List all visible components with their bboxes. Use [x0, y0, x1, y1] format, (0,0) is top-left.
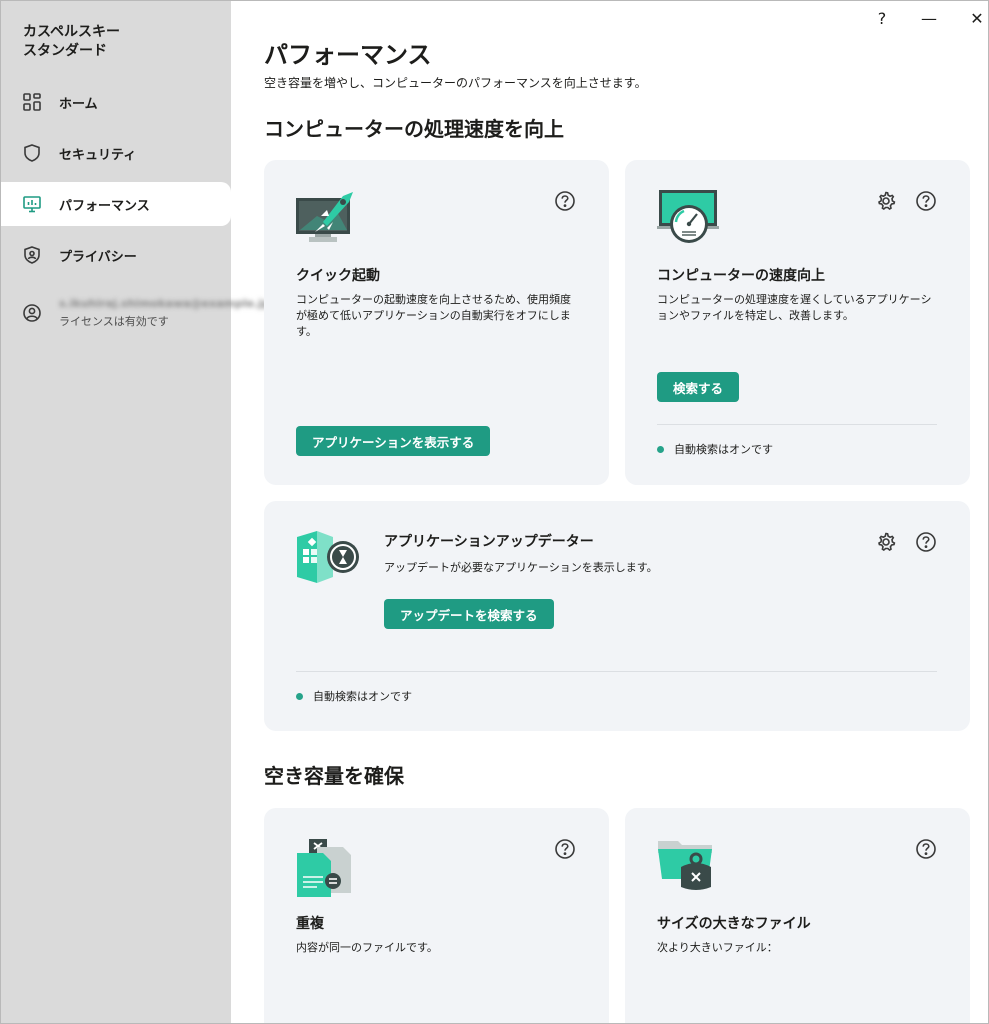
user-icon [22, 303, 42, 323]
sidebar-item-label: ホーム [59, 96, 98, 112]
app-window: カスペルスキー スタンダード ホーム セキュリティ パフォーマンス プライバシー… [0, 0, 989, 1024]
page-subtitle: 空き容量を増やし、コンピューターのパフォーマンスを向上させます。 [264, 76, 647, 90]
auto-search-status: 自動検索はオンです [296, 688, 412, 704]
sidebar-item-account[interactable]: s.ikuhiraj.shimokawa@example.jp ライセンスは有効… [1, 287, 270, 339]
minimize-button[interactable]: — [914, 7, 944, 29]
section-title-speed: コンピューターの処理速度を向上 [264, 117, 564, 141]
sidebar-item-home[interactable]: ホーム [1, 80, 231, 124]
auto-search-status: 自動検索はオンです [657, 441, 773, 457]
sidebar-item-label: パフォーマンス [59, 198, 150, 214]
search-button[interactable]: 検索する [657, 372, 740, 402]
app-title: カスペルスキー スタンダード [23, 24, 121, 59]
grid-icon [22, 92, 42, 112]
shield-icon [22, 143, 42, 163]
monitor-icon [22, 194, 42, 214]
card-speed-up: コンピューターの速度向上 コンピューターの処理速度を遅くしているアプリケーション… [625, 160, 970, 485]
status-text: 自動検索はオンです [674, 443, 773, 456]
card-description: 内容が同一のファイルです。 [296, 941, 438, 954]
close-button[interactable]: ✕ [962, 7, 988, 29]
card-description: コンピューターの処理速度を遅くしているアプリケーションやファイルを特定し、改善し… [657, 293, 932, 322]
card-description: アップデートが必要なアプリケーションを表示します。 [384, 561, 658, 574]
speedometer-monitor-icon [656, 188, 722, 250]
help-icon[interactable] [915, 190, 937, 212]
divider [657, 424, 937, 425]
help-icon[interactable] [915, 531, 937, 553]
sidebar-item-security[interactable]: セキュリティ [1, 131, 231, 175]
gear-icon[interactable] [875, 190, 897, 212]
card-large-files: サイズの大きなファイル 次より大きいファイル： [625, 808, 970, 1023]
card-title: 重複 [296, 916, 324, 932]
card-title: サイズの大きなファイル [657, 916, 811, 932]
help-icon[interactable] [554, 190, 576, 212]
account-email: s.ikuhiraj.shimokawa@example.jp [59, 297, 270, 310]
license-status: ライセンスは有効です [59, 315, 169, 328]
status-text: 自動検索はオンです [313, 690, 412, 703]
large-file-weight-icon [656, 837, 716, 897]
card-app-updater: アプリケーションアップデーター アップデートが必要なアプリケーションを表示します… [264, 501, 970, 731]
help-button[interactable]: ? [867, 7, 897, 29]
card-title: コンピューターの速度向上 [657, 268, 825, 284]
card-duplicates: 重複 内容が同一のファイルです。 [264, 808, 609, 1023]
card-title: クイック起動 [296, 268, 380, 284]
app-update-icon [295, 529, 361, 589]
page-title: パフォーマンス [264, 41, 432, 69]
sidebar-item-label: セキュリティ [59, 147, 137, 163]
status-dot-icon [657, 445, 664, 453]
divider [296, 671, 937, 672]
section-title-free-space: 空き容量を確保 [264, 764, 404, 788]
sidebar-item-label: プライバシー [59, 249, 137, 265]
status-dot-icon [296, 692, 303, 700]
show-applications-button[interactable]: アプリケーションを表示する [296, 426, 491, 456]
help-icon[interactable] [554, 838, 576, 860]
sidebar-item-performance[interactable]: パフォーマンス [1, 182, 231, 226]
card-description: コンピューターの起動速度を向上させるため、使用頻度が極めて低いアプリケーションの… [296, 293, 571, 338]
card-description: 次より大きいファイル： [657, 941, 778, 954]
search-updates-button[interactable]: アップデートを検索する [384, 599, 554, 629]
help-icon[interactable] [915, 838, 937, 860]
duplicate-files-icon [295, 837, 355, 903]
card-title: アプリケーションアップデーター [384, 534, 594, 550]
sidebar: カスペルスキー スタンダード ホーム セキュリティ パフォーマンス プライバシー… [1, 1, 270, 1023]
rocket-monitor-icon [295, 190, 355, 248]
card-quick-start: クイック起動 コンピューターの起動速度を向上させるため、使用頻度が極めて低いアプ… [264, 160, 609, 485]
privacy-shield-icon [22, 245, 42, 265]
sidebar-item-privacy[interactable]: プライバシー [1, 233, 231, 277]
gear-icon[interactable] [875, 531, 897, 553]
